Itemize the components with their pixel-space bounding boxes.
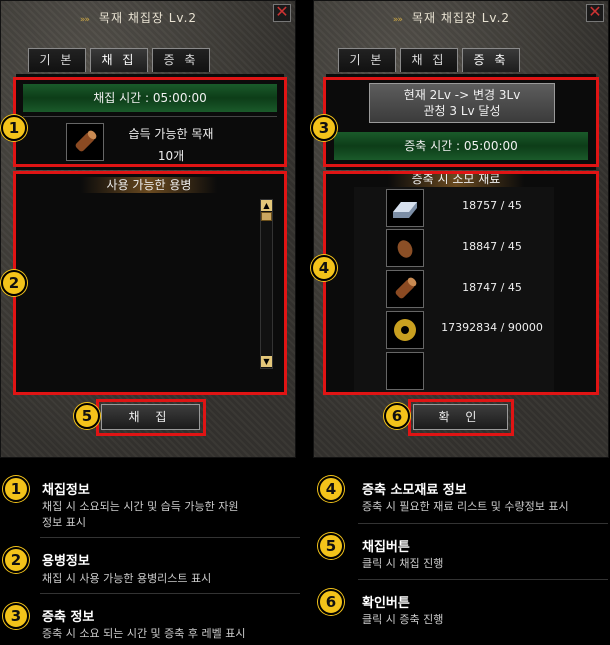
marker-6: 6 (384, 403, 410, 429)
legend-marker-5: 5 (318, 533, 344, 559)
tab-upgrade[interactable]: 증 축 (462, 48, 520, 72)
gather-window: »»목재 채집장 Lv.2»» ✕ 기 본 채 집 증 축 채집 시간 : 05… (0, 0, 296, 458)
legend-marker-2: 2 (3, 547, 29, 573)
tab-basic[interactable]: 기 본 (338, 48, 396, 72)
highlight-box-3 (323, 77, 599, 167)
legend-title-3: 증축 정보 (42, 610, 95, 625)
close-icon[interactable]: ✕ (586, 4, 604, 22)
marker-2: 2 (1, 270, 27, 296)
legend-desc-1: 채집 시 소요되는 시간 및 습득 가능한 자원 정보 표시 (42, 500, 239, 529)
highlight-box-2 (13, 171, 287, 395)
marker-1: 1 (1, 115, 27, 141)
legend-marker-4: 4 (318, 476, 344, 502)
marker-3: 3 (311, 115, 337, 141)
legend-marker-1: 1 (3, 476, 29, 502)
legend-desc-6: 클릭 시 증축 진행 (362, 613, 444, 626)
close-icon[interactable]: ✕ (273, 4, 291, 22)
upgrade-window: »»목재 채집장 Lv.2»» ✕ 기 본 채 집 증 축 현재 2Lv -> … (311, 0, 609, 458)
legend-desc-3: 증축 시 소요 되는 시간 및 증축 후 레벨 표시 (42, 627, 246, 640)
tab-gather[interactable]: 채 집 (400, 48, 458, 72)
window-title: »»목재 채집장 Lv.2»» (79, 11, 198, 25)
legend-title-1: 채집정보 (42, 483, 90, 498)
legend-title-6: 확인버튼 (362, 596, 410, 611)
tab-upgrade[interactable]: 증 축 (152, 48, 210, 72)
tab-gather[interactable]: 채 집 (90, 48, 148, 72)
legend-marker-3: 3 (3, 603, 29, 629)
legend-title-5: 채집버튼 (362, 540, 410, 555)
legend-title-4: 증축 소모재료 정보 (362, 483, 467, 498)
marker-4: 4 (311, 255, 337, 281)
legend-desc-4: 증축 시 필요한 재료 리스트 및 수량정보 표시 (362, 500, 569, 513)
tab-basic[interactable]: 기 본 (28, 48, 86, 72)
highlight-box-6 (408, 399, 514, 436)
highlight-box-1 (13, 77, 287, 167)
legend-marker-6: 6 (318, 589, 344, 615)
marker-5: 5 (74, 403, 100, 429)
legend-desc-2: 채집 시 사용 가능한 용병리스트 표시 (42, 572, 212, 585)
legend-desc-5: 클릭 시 채집 진행 (362, 557, 444, 570)
window-title: »»목재 채집장 Lv.2»» (392, 11, 511, 25)
legend-title-2: 용병정보 (42, 554, 90, 569)
highlight-box-5 (96, 399, 206, 436)
highlight-box-4 (323, 171, 599, 395)
